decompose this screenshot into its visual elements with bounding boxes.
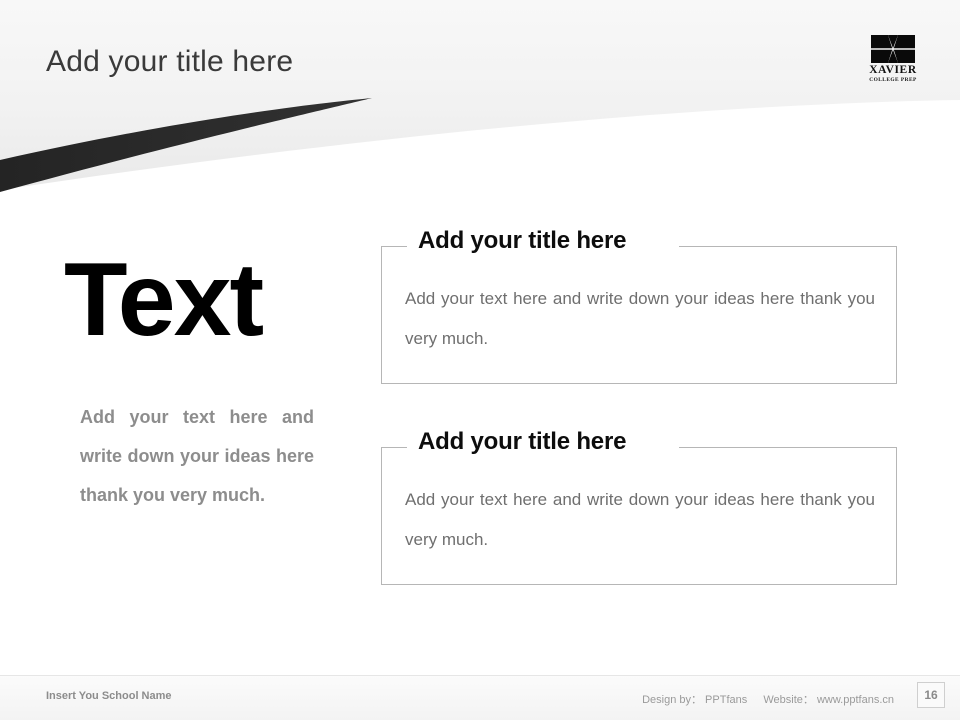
logo: XAVIER COLLEGE PREP (862, 34, 924, 86)
footer-school-name: Insert You School Name (46, 690, 172, 702)
xavier-x-mark-icon (871, 35, 915, 63)
header-swoosh-shape (0, 98, 372, 192)
logo-wordmark: XAVIER (869, 64, 917, 76)
content-box-2-title: Add your title here (414, 427, 631, 457)
footer-design-by: Design by： PPTfans (642, 694, 748, 706)
content-box-2-body: Add your text here and write down your i… (405, 490, 875, 549)
page-number-badge: 16 (917, 682, 945, 708)
header-banner (0, 0, 960, 210)
content-box-2[interactable]: Add your title here Add your text here a… (381, 427, 897, 585)
headline-text: Text (64, 242, 264, 358)
header-gradient-shape (0, 0, 960, 190)
footer-website: Website： www.pptfans.cn (763, 694, 894, 706)
content-box-1-body: Add your text here and write down your i… (405, 289, 875, 348)
left-paragraph: Add your text here and write down your i… (80, 407, 314, 505)
footer-credits: Design by： PPTfans Website： www.pptfans.… (642, 691, 894, 707)
footer-bar: Insert You School Name Design by： PPTfan… (0, 675, 960, 720)
slide-canvas: Add your title here XAVIER COLLEGE PREP … (0, 0, 960, 720)
content-box-1[interactable]: Add your title here Add your text here a… (381, 226, 897, 384)
logo-subtitle: COLLEGE PREP (869, 76, 917, 83)
page-title: Add your title here (46, 45, 294, 78)
content-box-1-title: Add your title here (414, 226, 631, 256)
